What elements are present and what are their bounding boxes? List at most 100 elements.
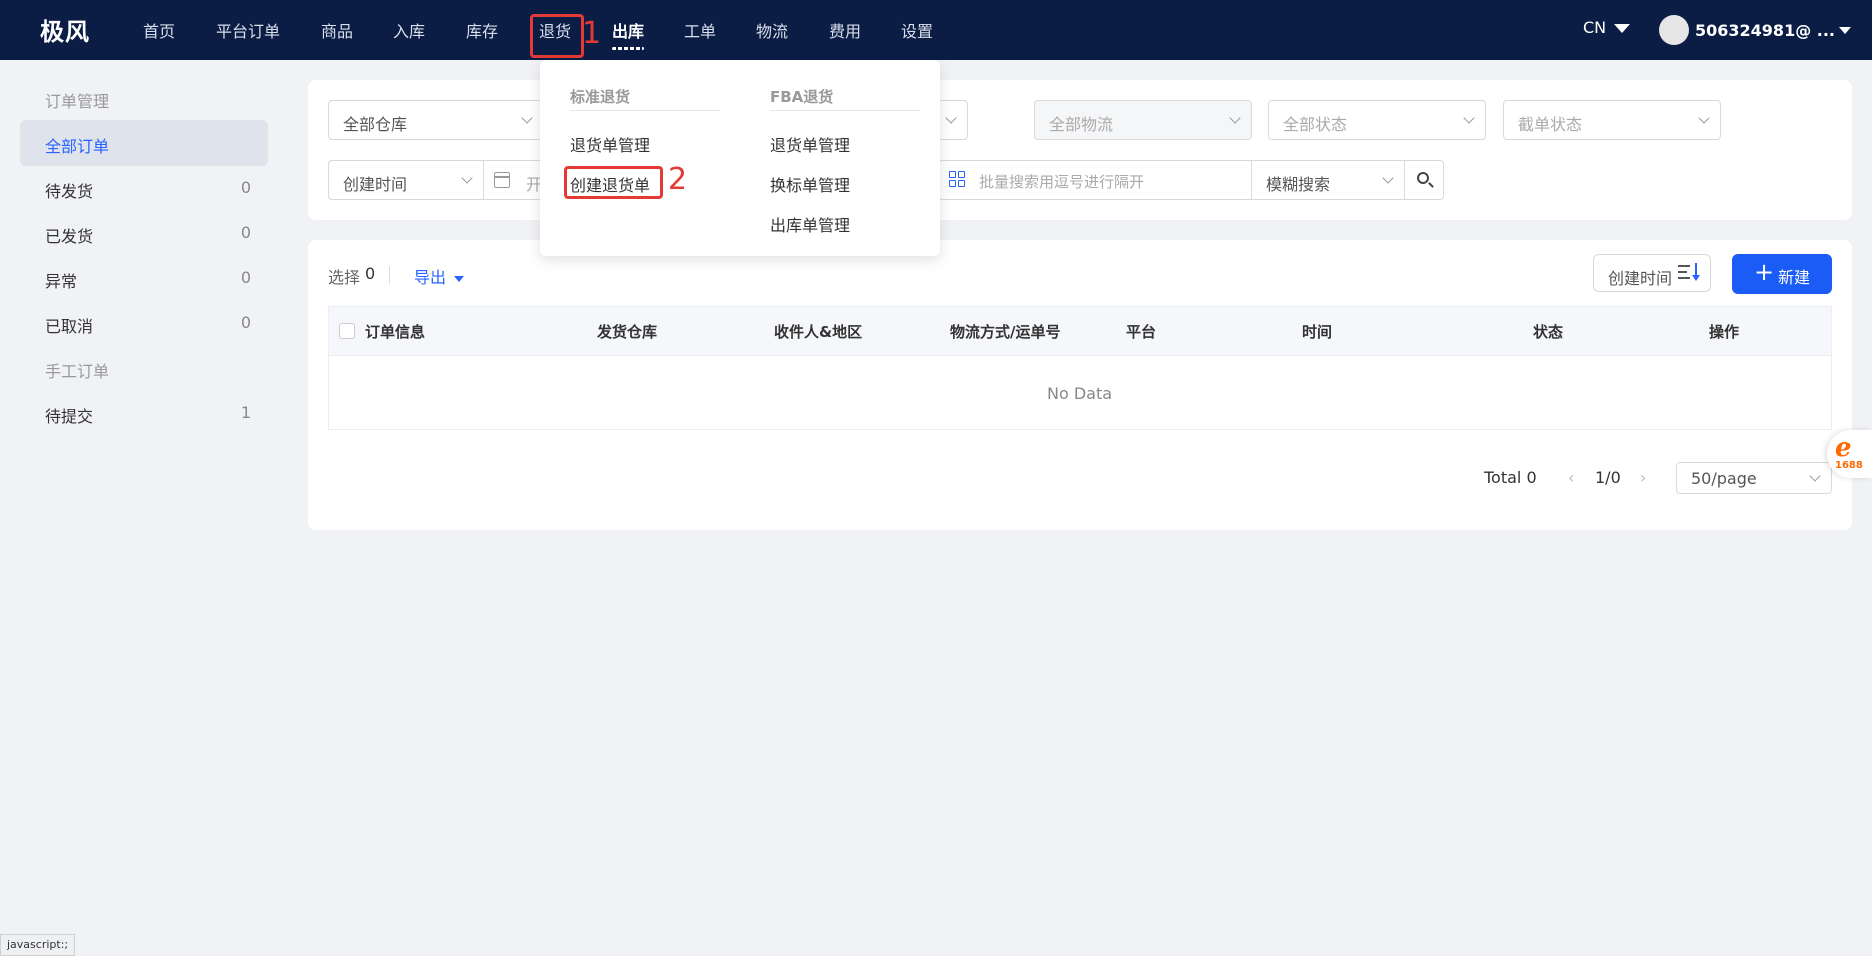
warehouse-select-value: 全部仓库 — [343, 115, 408, 134]
sidebar-item-pending-submit[interactable]: 待提交 1 — [20, 390, 268, 436]
nav-outbound[interactable]: 出库 — [612, 18, 645, 50]
chevron-down-icon — [1698, 112, 1710, 124]
chevron-down-icon — [1839, 26, 1851, 34]
sidebar-item-label: 已发货 — [45, 227, 94, 246]
sidebar: 订单管理 全部订单 待发货 0 已发货 0 异常 0 已取消 0 手工订单 待提… — [0, 60, 288, 956]
sidebar-item-count: 0 — [240, 178, 251, 197]
date-range-picker[interactable]: 开 — [483, 160, 543, 200]
batch-search-icon — [949, 171, 967, 189]
empty-table-message: No Data — [1047, 384, 1113, 403]
chevron-down-icon — [1614, 24, 1631, 33]
sidebar-item-count: 0 — [240, 268, 251, 287]
user-menu[interactable]: 506324981@ ... — [1659, 15, 1851, 45]
cutoff-status-select-value: 截单状态 — [1518, 115, 1583, 134]
language-switcher[interactable]: CN — [1583, 18, 1631, 37]
new-order-label: 新建 — [1778, 268, 1811, 287]
sidebar-group-order-management: 订单管理 — [45, 92, 110, 111]
page-size-select[interactable]: 50/page — [1676, 462, 1832, 494]
logistics-select-value: 全部物流 — [1049, 115, 1114, 134]
status-select[interactable]: 全部状态 — [1268, 100, 1486, 140]
caret-down-icon — [454, 275, 465, 282]
nav-settings[interactable]: 设置 — [901, 18, 933, 42]
column-status: 状态 — [1533, 323, 1564, 341]
language-label: CN — [1583, 18, 1607, 37]
table-body: No Data — [328, 356, 1832, 430]
sort-label: 创建时间 — [1608, 269, 1673, 288]
search-button[interactable] — [1404, 160, 1444, 200]
sidebar-item-pending-shipment[interactable]: 待发货 0 — [20, 165, 268, 211]
column-time: 时间 — [1302, 323, 1333, 341]
batch-search-placeholder: 批量搜索用逗号进行隔开 — [979, 173, 1145, 191]
nav-inbound[interactable]: 入库 — [393, 18, 425, 42]
search-mode-select[interactable]: 模糊搜索 — [1251, 160, 1405, 200]
nav-platform-orders[interactable]: 平台订单 — [216, 18, 280, 42]
column-recipient-region: 收件人&地区 — [774, 323, 863, 341]
sidebar-item-label: 待提交 — [45, 407, 94, 426]
next-page-icon[interactable]: › — [1640, 468, 1646, 487]
nav-work-orders[interactable]: 工单 — [684, 18, 716, 42]
column-platform: 平台 — [1126, 323, 1157, 341]
sidebar-group-manual-orders: 手工订单 — [45, 362, 110, 381]
status-select-value: 全部状态 — [1283, 115, 1348, 134]
nav-inventory[interactable]: 库存 — [466, 18, 498, 42]
chevron-down-icon — [521, 112, 533, 124]
new-order-button[interactable]: + 新建 — [1732, 254, 1832, 294]
column-actions: 操作 — [1709, 323, 1740, 341]
select-all-checkbox[interactable] — [339, 323, 355, 339]
divider — [389, 266, 390, 284]
sidebar-item-cancelled[interactable]: 已取消 0 — [20, 300, 268, 346]
nav-fees[interactable]: 费用 — [829, 18, 861, 42]
sidebar-item-count: 0 — [240, 223, 251, 242]
column-order-info: 订单信息 — [365, 323, 426, 341]
time-type-select-value: 创建时间 — [343, 175, 408, 194]
avatar — [1659, 15, 1689, 45]
nav-home[interactable]: 首页 — [143, 18, 175, 42]
nav-products[interactable]: 商品 — [321, 18, 353, 42]
sidebar-item-all-orders[interactable]: 全部订单 — [20, 120, 268, 166]
user-name: 506324981@ ... — [1695, 20, 1835, 40]
menu-item-fba-return-order-management[interactable]: 退货单管理 — [770, 132, 850, 156]
cutoff-status-select[interactable]: 截单状态 — [1503, 100, 1721, 140]
annotation-box-1 — [530, 14, 584, 58]
nav-logistics[interactable]: 物流 — [756, 18, 788, 42]
time-type-select[interactable]: 创建时间 — [328, 160, 484, 200]
menu-item-return-order-management[interactable]: 退货单管理 — [570, 132, 650, 156]
menu-item-relabel-order-management[interactable]: 换标单管理 — [770, 172, 850, 196]
sidebar-item-count: 1 — [240, 403, 251, 422]
sidebar-item-shipped[interactable]: 已发货 0 — [20, 210, 268, 256]
menu-item-outbound-order-management[interactable]: 出库单管理 — [770, 212, 850, 236]
annotation-number-2: 2 — [668, 162, 688, 197]
sidebar-item-label: 已取消 — [45, 317, 94, 336]
annotation-number-1: 1 — [582, 16, 602, 51]
export-dropdown[interactable]: 导出 — [414, 264, 465, 288]
1688-floating-button[interactable]: e 1688 — [1827, 430, 1872, 478]
sidebar-item-label: 异常 — [45, 272, 78, 291]
pager-total: Total 0 — [1484, 468, 1537, 487]
chevron-down-icon — [461, 172, 473, 184]
batch-search-input[interactable]: 批量搜索用逗号进行隔开 — [938, 160, 1252, 200]
chevron-down-icon — [945, 112, 957, 124]
1688-label: 1688 — [1835, 460, 1863, 471]
pager-current-page: 1/0 — [1595, 468, 1621, 487]
returns-dropdown-menu: 标准退货 FBA退货 退货单管理 创建退货单 退货单管理 换标单管理 出库单管理 — [540, 60, 940, 256]
prev-page-icon[interactable]: ‹ — [1568, 468, 1574, 487]
app-logo[interactable]: 极风 — [40, 12, 90, 47]
1688-logo-icon: e — [1835, 433, 1852, 463]
search-icon — [1417, 172, 1429, 184]
column-warehouse: 发货仓库 — [597, 323, 658, 341]
sort-icon — [1678, 263, 1700, 283]
calendar-icon — [494, 172, 510, 188]
browser-status-bar: javascript:; — [0, 934, 76, 956]
sidebar-item-exception[interactable]: 异常 0 — [20, 255, 268, 301]
column-logistics-tracking: 物流方式/运单号 — [950, 323, 1061, 341]
warehouse-select[interactable]: 全部仓库 — [328, 100, 544, 140]
chevron-down-icon — [1229, 112, 1241, 124]
orders-panel: 选择 0 导出 创建时间 + 新建 订单信息 发货仓库 收件人&地区 物流方式/… — [308, 240, 1852, 530]
search-mode-value: 模糊搜索 — [1266, 175, 1331, 194]
standard-returns-heading: 标准退货 — [570, 88, 631, 106]
sort-by-created-time-button[interactable]: 创建时间 — [1593, 254, 1711, 292]
selected-label: 选择 — [328, 268, 361, 287]
logistics-select[interactable]: 全部物流 — [1034, 100, 1252, 140]
divider — [770, 110, 920, 111]
chevron-down-icon — [1382, 172, 1394, 184]
